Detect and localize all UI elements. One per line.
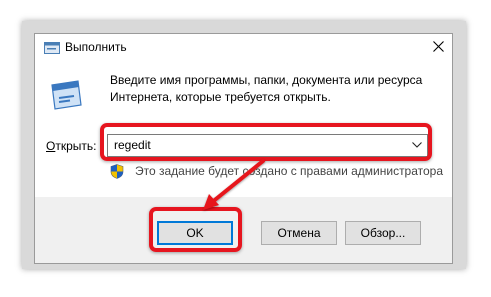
arrow-annotation — [203, 159, 265, 210]
